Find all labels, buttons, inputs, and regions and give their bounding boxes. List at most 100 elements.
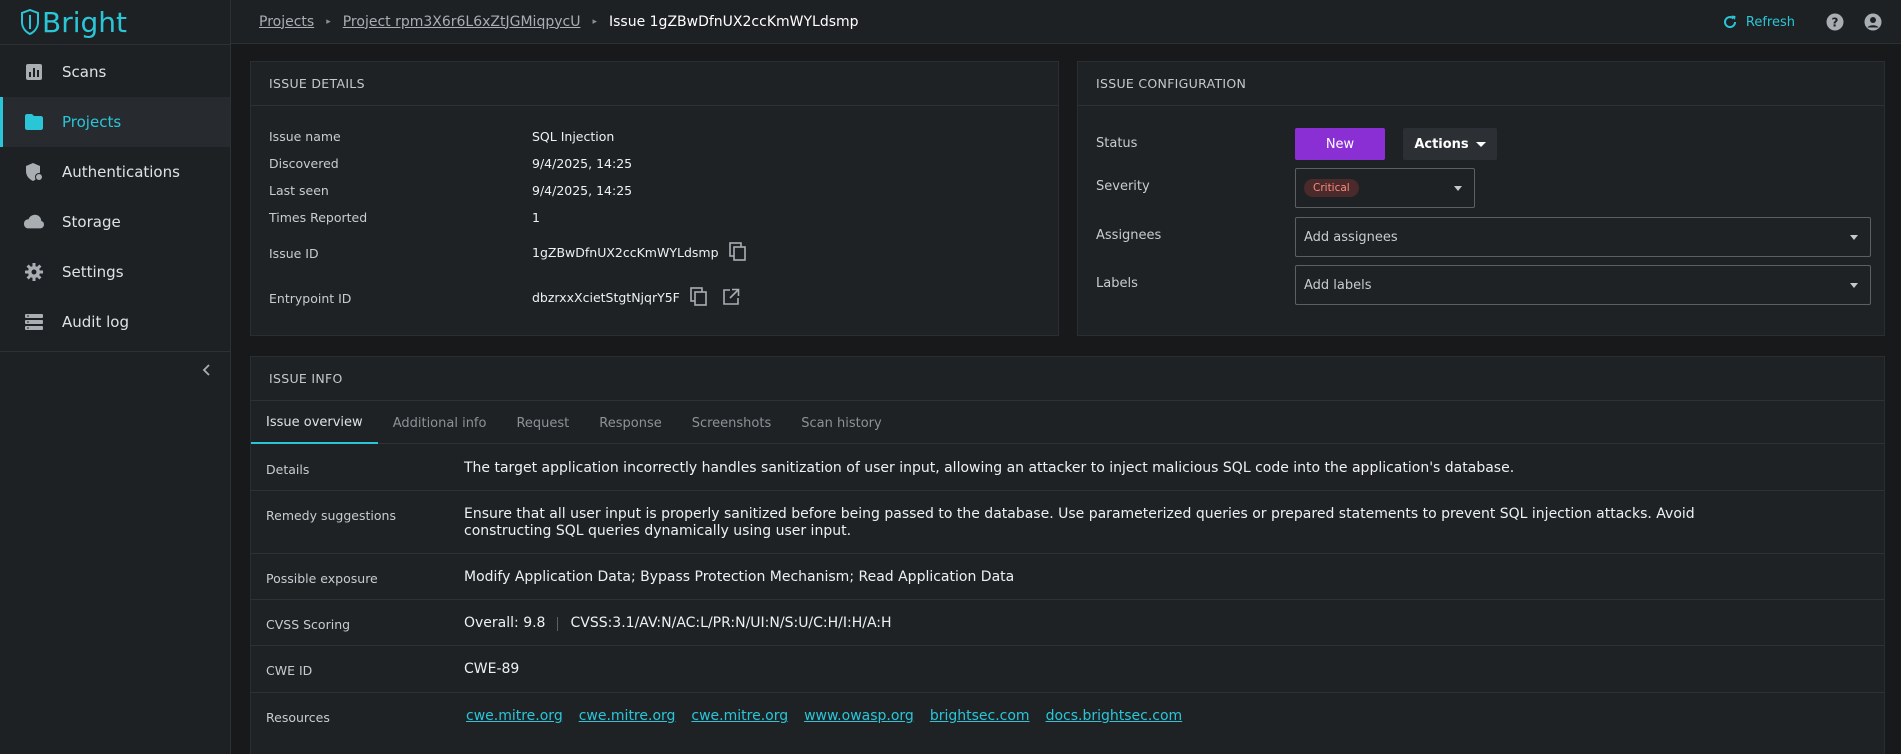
collapse-sidebar-button[interactable] [198, 362, 214, 378]
sidebar-divider [0, 351, 230, 352]
logo[interactable]: Bright [0, 0, 230, 45]
cvss-vector: CVSS:3.1/AV:N/AC:L/PR:N/UI:N/S:U/C:H/I:H… [570, 615, 892, 631]
discovered-value: 9/4/2025, 14:25 [532, 156, 633, 171]
shield-icon [24, 162, 44, 182]
folder-icon [24, 112, 44, 132]
issue-info-tabs: Issue overview Additional info Request R… [251, 402, 1884, 444]
entrypoint-id-value: dbzrxxXcietStgtNjqrY5F [532, 289, 680, 305]
assignees-input[interactable] [1304, 218, 1824, 256]
cwe-label: CWE ID [266, 663, 313, 678]
remedy-value: Ensure that all user input is properly s… [464, 506, 1695, 539]
account-button[interactable] [1863, 12, 1883, 32]
refresh-label: Refresh [1745, 14, 1795, 30]
labels-input[interactable] [1304, 266, 1824, 304]
severity-select[interactable]: Critical [1295, 168, 1475, 208]
tab-additional-info[interactable]: Additional info [378, 402, 502, 444]
breadcrumb-separator-icon: ▸ [326, 16, 331, 27]
issue-id-value: 1gZBwDfnUX2ccKmWYLdsmp [532, 244, 719, 260]
cwe-value: CWE-89 [464, 661, 520, 677]
discovered-label: Discovered [269, 156, 339, 171]
exposure-value: Modify Application Data; Bypass Protecti… [464, 569, 1015, 585]
tab-request[interactable]: Request [501, 402, 584, 444]
resource-link[interactable]: cwe.mitre.org [691, 708, 788, 725]
sidebar-item-settings[interactable]: Settings [0, 247, 230, 297]
refresh-button[interactable]: Refresh [1722, 14, 1795, 30]
cvss-label: CVSS Scoring [266, 617, 351, 632]
status-button[interactable]: New [1295, 128, 1385, 160]
exposure-row: Possible exposure Modify Application Dat… [251, 554, 1884, 600]
resource-link[interactable]: cwe.mitre.org [579, 708, 676, 725]
details-label: Details [266, 462, 310, 477]
resource-link[interactable]: docs.brightsec.com [1046, 708, 1183, 725]
issue-details-title: ISSUE DETAILS [251, 62, 1058, 106]
tab-scan-history[interactable]: Scan history [786, 402, 896, 444]
tab-response[interactable]: Response [584, 402, 676, 444]
remedy-row: Remedy suggestions Ensure that all user … [251, 491, 1884, 554]
refresh-icon [1723, 15, 1736, 29]
sidebar: Bright Scans Projects Authentications St… [0, 0, 231, 754]
user-icon [1864, 13, 1882, 31]
sidebar-item-label: Audit log [62, 313, 129, 331]
tab-issue-overview[interactable]: Issue overview [251, 402, 378, 444]
help-icon: ? [1826, 13, 1844, 31]
assignees-label: Assignees [1096, 228, 1162, 243]
resource-link[interactable]: brightsec.com [930, 708, 1030, 725]
breadcrumb-separator-icon: ▸ [592, 16, 597, 27]
copy-icon[interactable] [690, 287, 708, 307]
sidebar-item-label: Scans [62, 63, 107, 81]
issue-id-row: 1gZBwDfnUX2ccKmWYLdsmp [532, 242, 747, 262]
cvss-overall: Overall: 9.8 [464, 615, 546, 631]
gear-icon [24, 262, 44, 282]
details-value: The target application incorrectly handl… [464, 460, 1515, 476]
actions-label: Actions [1414, 136, 1469, 152]
severity-badge: Critical [1304, 179, 1359, 197]
cloud-icon [24, 212, 44, 232]
sidebar-item-scans[interactable]: Scans [0, 47, 230, 97]
caret-down-icon [1475, 141, 1486, 147]
caret-down-icon [1850, 283, 1858, 288]
severity-label: Severity [1096, 179, 1150, 194]
sidebar-item-authentications[interactable]: Authentications [0, 147, 230, 197]
svg-text:?: ? [1832, 16, 1839, 30]
resource-link[interactable]: www.owasp.org [804, 708, 914, 725]
cwe-row: CWE ID CWE-89 [251, 646, 1884, 693]
labels-label: Labels [1096, 276, 1138, 291]
last-seen-label: Last seen [269, 183, 329, 198]
sidebar-item-projects[interactable]: Projects [0, 97, 230, 147]
chevron-left-icon [202, 364, 210, 376]
sidebar-item-audit-log[interactable]: Audit log [0, 297, 230, 347]
caret-down-icon [1454, 186, 1462, 191]
tab-screenshots[interactable]: Screenshots [677, 402, 787, 444]
issue-name-label: Issue name [269, 129, 341, 144]
open-external-icon[interactable] [722, 288, 740, 306]
breadcrumb-project[interactable]: Project rpm3X6r6L6xZtJGMiqpycU [343, 14, 581, 30]
entrypoint-id-label: Entrypoint ID [269, 291, 352, 306]
last-seen-value: 9/4/2025, 14:25 [532, 183, 633, 198]
assignees-select[interactable] [1295, 217, 1871, 257]
issue-configuration-title: ISSUE CONFIGURATION [1078, 62, 1884, 106]
breadcrumb-projects[interactable]: Projects [259, 14, 314, 30]
times-reported-value: 1 [532, 210, 540, 225]
cvss-row: CVSS Scoring Overall: 9.8 CVSS:3.1/AV:N/… [251, 600, 1884, 646]
cvss-value: Overall: 9.8 CVSS:3.1/AV:N/AC:L/PR:N/UI:… [464, 615, 1754, 632]
topbar: Projects ▸ Project rpm3X6r6L6xZtJGMiqpyc… [231, 0, 1901, 44]
times-reported-label: Times Reported [269, 210, 368, 225]
resources-label: Resources [266, 710, 330, 725]
brand-name: Bright [42, 5, 127, 39]
copy-icon[interactable] [728, 242, 747, 262]
resource-link[interactable]: cwe.mitre.org [466, 708, 563, 725]
breadcrumb-current: Issue 1gZBwDfnUX2ccKmWYLdsmp [609, 13, 859, 30]
help-button[interactable]: ? [1825, 12, 1845, 32]
sidebar-item-storage[interactable]: Storage [0, 197, 230, 247]
entrypoint-id-row: dbzrxxXcietStgtNjqrY5F [532, 287, 740, 307]
issue-details-panel: ISSUE DETAILS Issue name SQL Injection D… [250, 61, 1059, 336]
sidebar-item-label: Storage [62, 213, 121, 231]
actions-button[interactable]: Actions [1403, 128, 1497, 160]
issue-info-title: ISSUE INFO [251, 357, 1884, 401]
bar-chart-icon [24, 62, 44, 82]
labels-select[interactable] [1295, 265, 1871, 305]
exposure-label: Possible exposure [266, 571, 378, 586]
issue-info-panel: ISSUE INFO Issue overview Additional inf… [250, 356, 1885, 754]
status-label: Status [1096, 136, 1138, 151]
details-row: Details The target application incorrect… [251, 445, 1884, 491]
